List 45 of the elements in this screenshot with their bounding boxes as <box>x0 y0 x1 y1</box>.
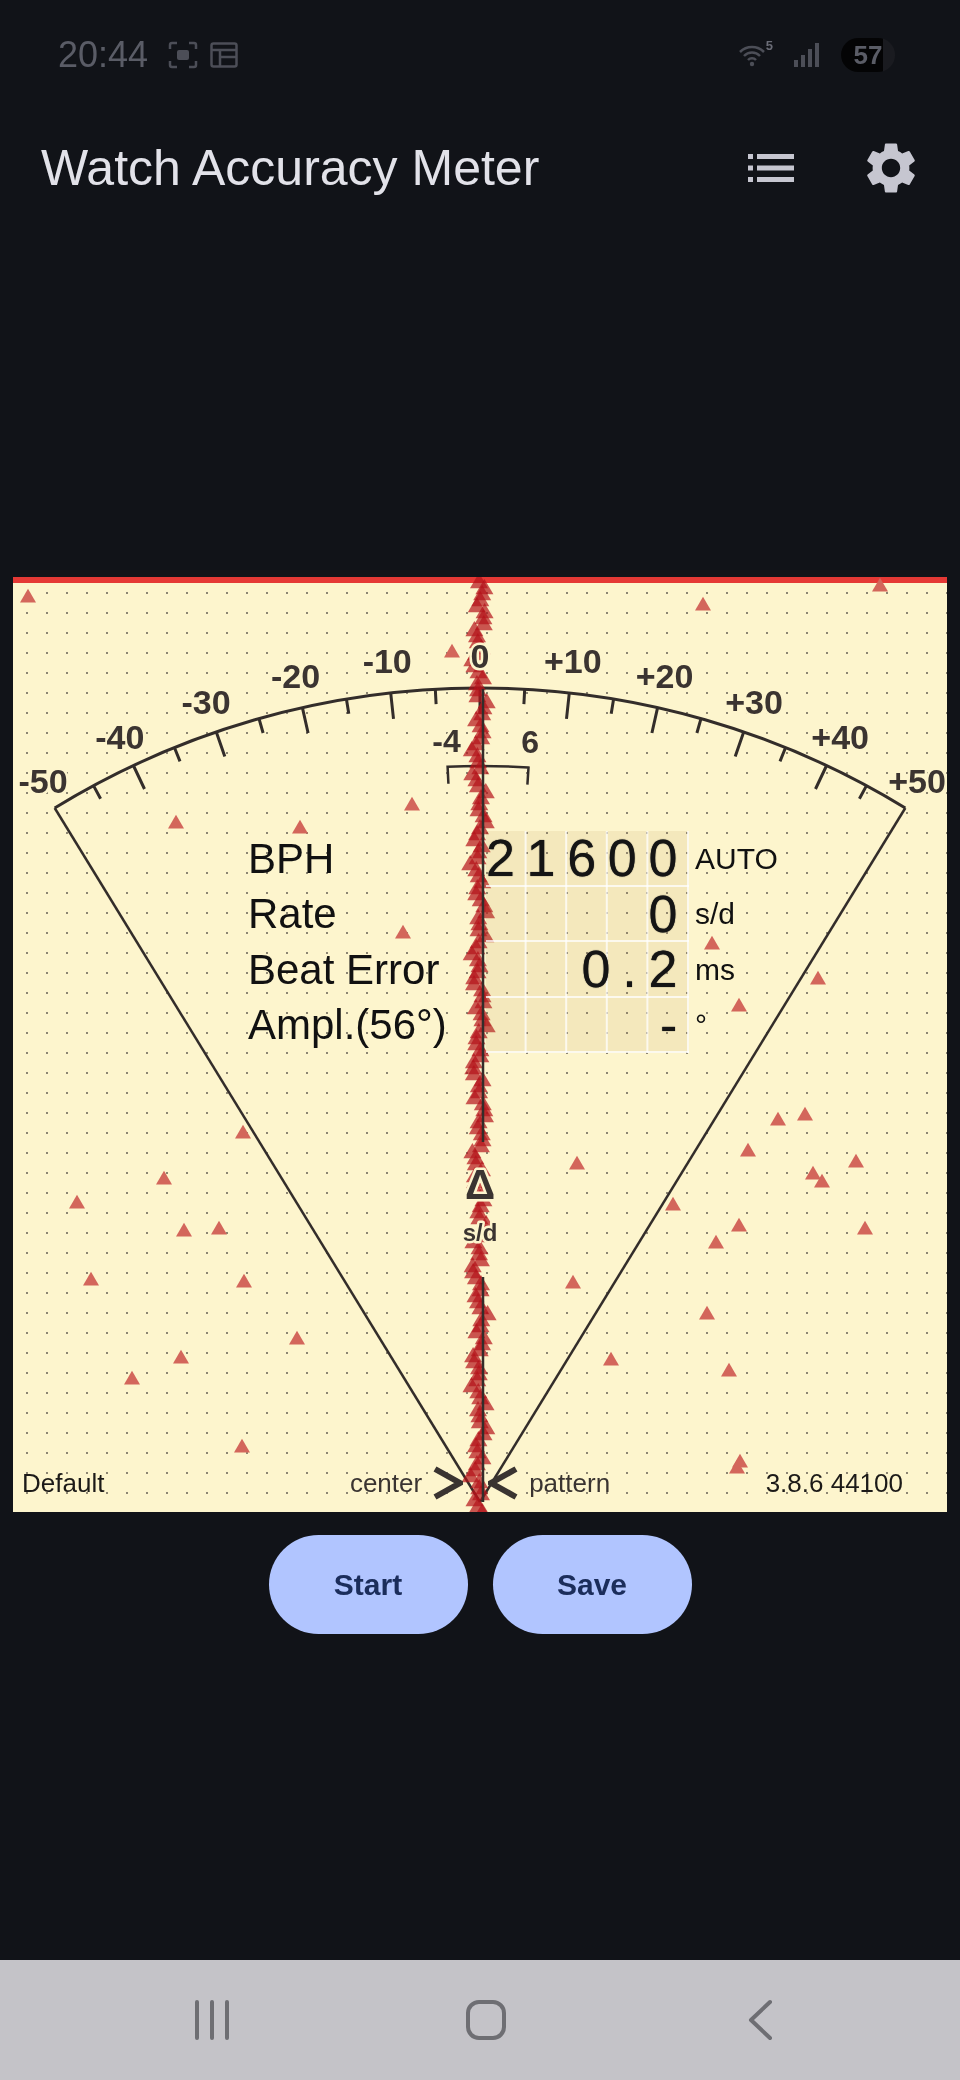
calendar-icon <box>210 42 239 68</box>
reading-unit: ms <box>694 954 736 985</box>
center-caption: center <box>349 1467 423 1499</box>
right-chevron-icon <box>433 1466 464 1500</box>
reading-value: - <box>486 997 689 1053</box>
profile-label: Default <box>21 1467 105 1499</box>
reading-value: 0 <box>486 886 689 942</box>
scale-label: -30 <box>181 682 231 721</box>
screenshot-icon <box>168 41 199 69</box>
signal-icon <box>793 43 819 67</box>
scale-label: +40 <box>811 717 870 756</box>
scale-label: -10 <box>362 642 412 681</box>
status-time: 20:44 <box>58 34 149 76</box>
list-icon[interactable] <box>748 153 794 182</box>
scale-label: -20 <box>270 657 321 696</box>
scale-label: -50 <box>18 761 68 800</box>
battery-indicator: 57 <box>841 38 895 72</box>
wifi-generation-label: 5 <box>765 37 773 53</box>
app-title: Watch Accuracy Meter <box>41 138 540 197</box>
reading-value: 0.2 <box>486 942 689 998</box>
scale-label: +10 <box>543 642 602 681</box>
reading-unit: s/d <box>694 899 737 930</box>
wifi-icon <box>737 43 766 67</box>
range-label: -4 <box>432 722 461 759</box>
scale-label: +50 <box>888 761 946 800</box>
action-button[interactable]: Start <box>268 1535 468 1634</box>
action-button[interactable]: Save <box>492 1535 692 1634</box>
reading-unit: AUTO <box>694 843 778 874</box>
reading-label: Rate <box>248 893 338 936</box>
left-chevron-icon <box>488 1466 519 1500</box>
reading-label: Ampl.(56°) <box>248 1004 448 1047</box>
reading-unit: ° <box>694 1010 708 1041</box>
reading-label: Beat Error <box>248 948 441 991</box>
range-label: 6 <box>521 723 540 760</box>
version-label: 3.8.6 44100 <box>765 1467 904 1499</box>
recents-icon[interactable] <box>194 1999 230 2041</box>
scale-label: +30 <box>725 682 783 721</box>
back-icon[interactable] <box>747 1999 773 2041</box>
pattern-caption: pattern <box>529 1467 611 1499</box>
settings-icon[interactable] <box>866 142 916 193</box>
reading-value: 21600 <box>486 831 689 887</box>
scale-label: -40 <box>95 717 145 756</box>
reading-label: BPH <box>248 837 336 880</box>
scale-label: +20 <box>635 657 694 696</box>
home-icon[interactable] <box>465 1999 507 2041</box>
